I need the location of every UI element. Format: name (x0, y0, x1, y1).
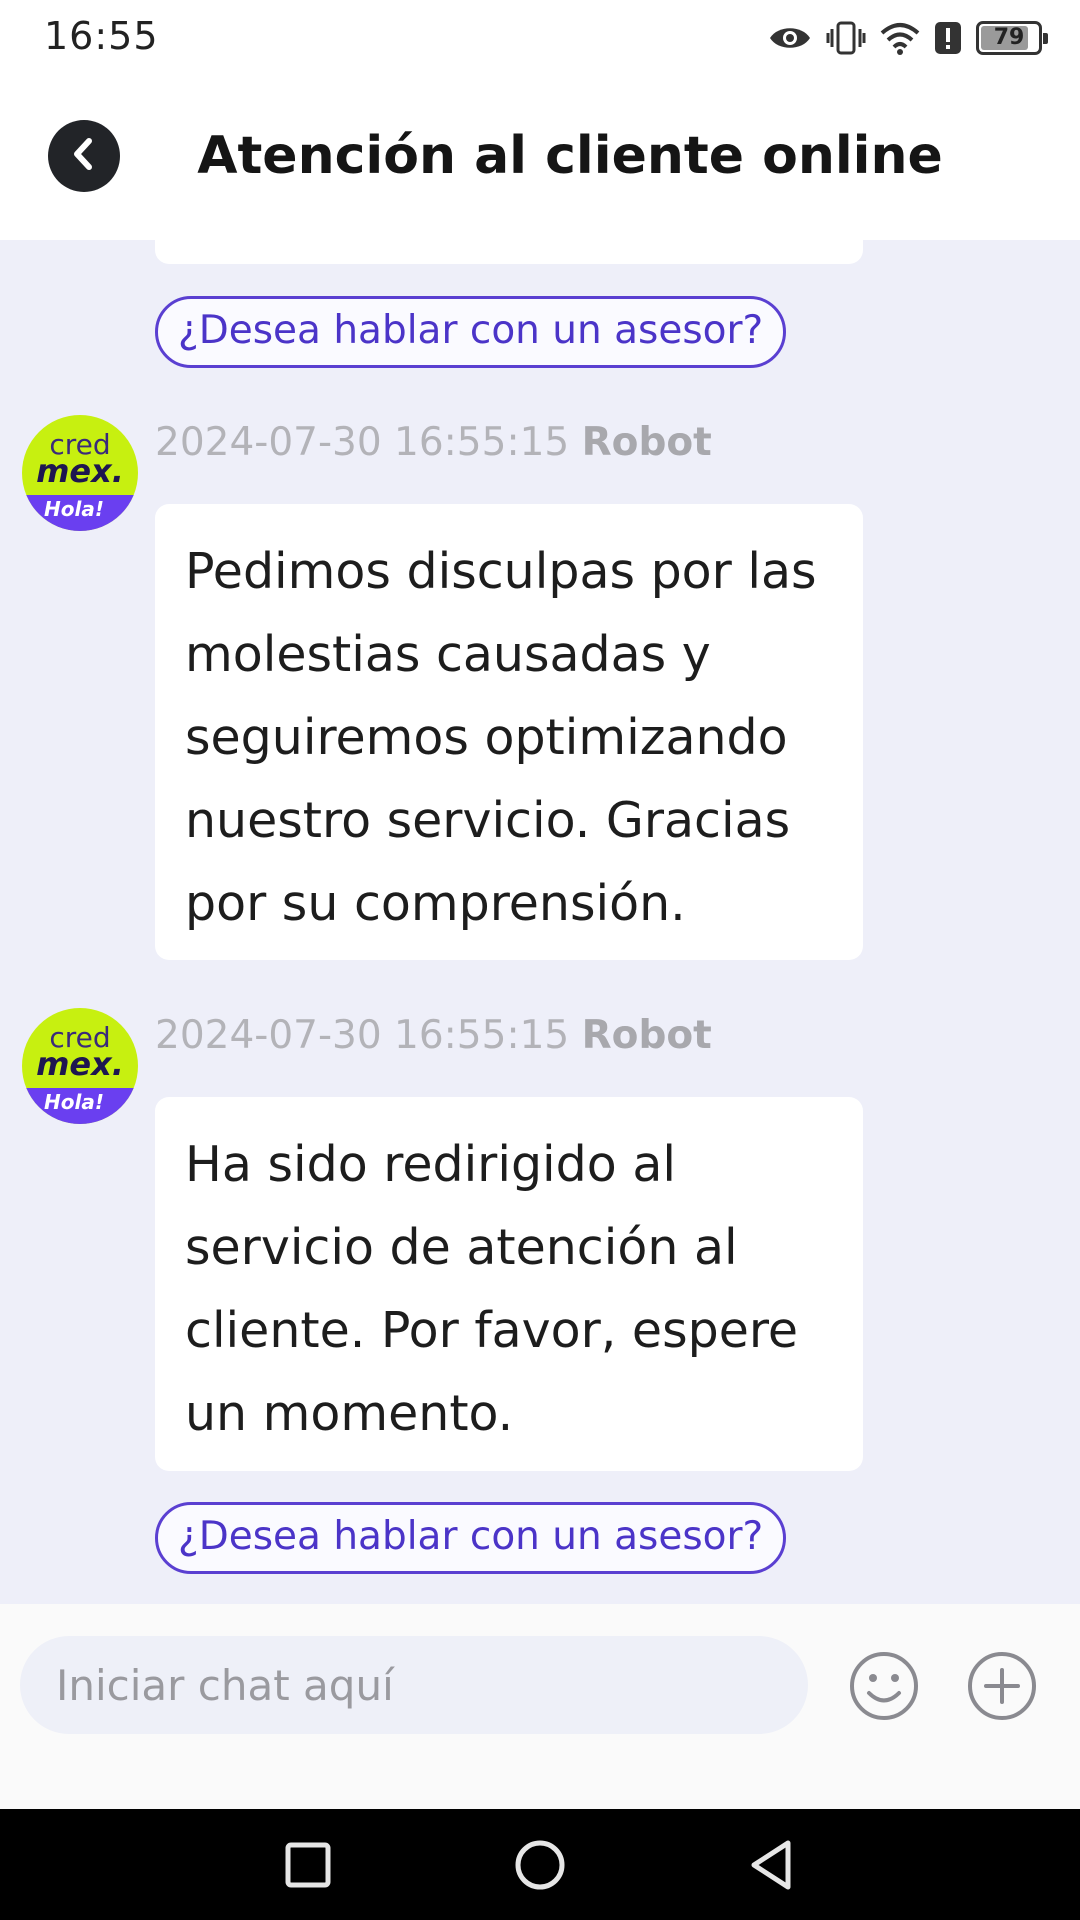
avatar-logo-line2: mex. (36, 452, 124, 490)
avatar-band: Hola! (22, 1088, 138, 1124)
page-title: Atención al cliente online (197, 126, 943, 186)
vibrate-icon (826, 20, 866, 56)
message-meta: 2024-07-30 16:55:15 Robot (155, 1013, 712, 1058)
emoji-button[interactable] (848, 1650, 920, 1722)
battery-icon: 79 (976, 21, 1048, 55)
talk-to-advisor-button[interactable]: ¿Desea hablar con un asesor? (155, 296, 787, 368)
recents-button[interactable] (280, 1837, 336, 1893)
wifi-icon (880, 21, 920, 55)
smiley-icon (848, 1652, 920, 1726)
chat-input[interactable] (20, 1636, 808, 1734)
avatar: cred mex. Hola! (22, 1008, 138, 1124)
system-nav-bar (0, 1809, 1080, 1920)
plus-circle-icon (966, 1652, 1038, 1726)
battery-level: 79 (993, 25, 1025, 50)
status-bar: 16:55 79 (0, 0, 1080, 80)
message-timestamp: 2024-07-30 16:55:15 (155, 420, 570, 465)
status-time: 16:55 (44, 14, 159, 58)
previous-message-bubble (155, 240, 863, 264)
home-circle-icon (512, 1840, 568, 1897)
home-button[interactable] (512, 1837, 568, 1893)
status-icons: 79 (768, 16, 1048, 60)
alert-icon (934, 21, 962, 55)
message-sender: Robot (581, 1013, 712, 1058)
input-bar (0, 1604, 1080, 1809)
chat-area[interactable]: ¿Desea hablar con un asesor? cred mex. H… (0, 240, 1080, 1604)
back-triangle-icon (744, 1840, 800, 1897)
eye-icon (768, 23, 812, 53)
message-sender: Robot (581, 420, 712, 465)
message-bubble: Pedimos disculpas por las molestias caus… (155, 504, 863, 960)
recents-square-icon (280, 1842, 336, 1897)
message-bubble: Ha sido redirigido al servicio de atenci… (155, 1097, 863, 1471)
attach-button[interactable] (966, 1650, 1038, 1722)
back-nav-button[interactable] (744, 1837, 800, 1893)
header: Atención al cliente online (0, 80, 1080, 240)
avatar: cred mex. Hola! (22, 415, 138, 531)
message-timestamp: 2024-07-30 16:55:15 (155, 1013, 570, 1058)
message-meta: 2024-07-30 16:55:15 Robot (155, 420, 712, 465)
avatar-band: Hola! (22, 495, 138, 531)
avatar-logo-line2: mex. (36, 1045, 124, 1083)
avatar-tagline: Hola! (44, 497, 104, 521)
talk-to-advisor-button[interactable]: ¿Desea hablar con un asesor? (155, 1502, 787, 1574)
avatar-tagline: Hola! (44, 1090, 104, 1114)
